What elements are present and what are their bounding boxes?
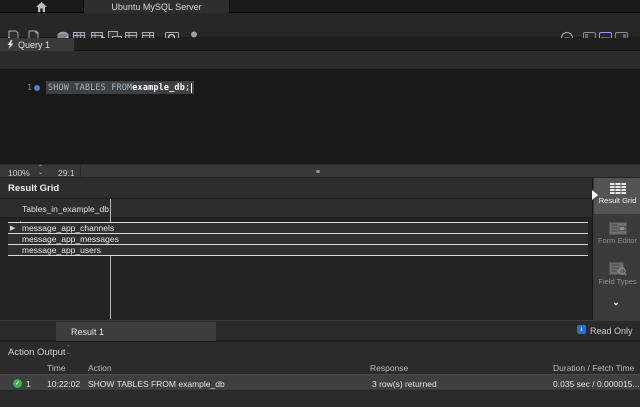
statement-marker-dot <box>34 85 40 91</box>
result-grid-toolbar: Result Grid Filter Rows: Export: <box>0 178 592 199</box>
result-grid-panel: Tables_in_example_db message_app_channel… <box>0 199 592 320</box>
window-tab-bar: Ubuntu MySQL Server <box>0 0 640 13</box>
zoom-stepper-icon[interactable]: ⌃⌄ <box>38 166 43 176</box>
sql-terminator: ; <box>185 83 190 93</box>
result-tab[interactable]: Result 1 <box>56 322 216 341</box>
sql-editor[interactable]: 1 SHOW TABLES FROM example_db ; <box>0 70 640 164</box>
sidebar-item-label: Form Editor <box>594 237 640 245</box>
col-header-action: Action <box>88 363 112 373</box>
main-toolbar <box>0 13 640 38</box>
line-number: 1 <box>18 83 32 92</box>
grid-header-row[interactable]: Tables_in_example_db <box>0 199 592 218</box>
action-output-title: Action Output <box>8 347 66 358</box>
grid-column-divider[interactable] <box>110 199 111 319</box>
grid-row-2[interactable]: message_app_messages <box>8 233 588 244</box>
connection-tab[interactable]: Ubuntu MySQL Server <box>84 0 230 13</box>
sidebar-item-label: Result Grid <box>594 197 640 205</box>
grid-cell: message_app_users <box>8 245 101 255</box>
form-editor-icon <box>609 222 627 235</box>
sidebar-item-result-grid[interactable]: Result Grid <box>594 178 640 214</box>
read-only-info-icon: i <box>577 325 586 334</box>
query-tab-label: Query 1 <box>18 40 50 50</box>
action-output-selector-icon[interactable]: ⌃⌄ <box>66 346 71 356</box>
row-response: 3 row(s) returned <box>372 379 437 389</box>
sidebar-item-label: Field Types <box>594 278 640 286</box>
result-tab-label: Result 1 <box>71 327 104 337</box>
chevron-down-icon[interactable]: ⌄ <box>592 297 640 308</box>
query-bolt-icon <box>7 40 14 49</box>
selected-row-marker-icon: ▶ <box>10 224 15 232</box>
grid-cell: message_app_channels <box>8 223 114 233</box>
query-tab-bar: Query 1 <box>0 38 640 51</box>
action-output-panel: Action Output ⌃⌄ Time Action Response Du… <box>0 341 640 407</box>
sql-identifier: example_db <box>132 83 185 93</box>
success-check-icon: ✓ <box>13 379 22 388</box>
editor-status-bar: 100% ⌃⌄ 29:1 <box>0 164 640 178</box>
sidebar-item-field-types[interactable]: Field Types <box>594 258 640 298</box>
row-index: 1 <box>26 379 31 389</box>
status-divider <box>80 165 81 177</box>
text-caret <box>191 83 192 93</box>
col-header-duration: Duration / Fetch Time <box>553 363 634 373</box>
sidebar-item-form-editor[interactable]: Form Editor <box>594 218 640 256</box>
home-icon <box>36 2 47 12</box>
splitter-handle[interactable] <box>316 170 320 173</box>
zoom-level: 100% <box>8 168 30 178</box>
row-duration: 0.035 sec / 0.000015... <box>553 379 639 389</box>
action-output-row[interactable]: ✓ 1 10:22:02 SHOW TABLES FROM example_db… <box>0 374 640 391</box>
grid-column-header: Tables_in_example_db <box>22 204 109 214</box>
mysql-workbench-window: Ubuntu MySQL Server <box>0 0 640 407</box>
result-grid-icon <box>609 182 627 195</box>
grid-row-3[interactable]: message_app_users <box>8 244 588 255</box>
grid-row-1[interactable]: message_app_channels <box>8 222 588 233</box>
grid-cell: message_app_messages <box>8 234 119 244</box>
connection-tab-label: Ubuntu MySQL Server <box>111 2 201 12</box>
row-time: 10:22:02 <box>47 379 80 389</box>
editor-toolbar: Limit to 1000 rows ▲▼ ¶ ↵ <box>0 51 640 70</box>
sql-keywords: SHOW TABLES FROM <box>48 83 132 93</box>
sql-statement: SHOW TABLES FROM example_db ; <box>46 81 194 94</box>
result-tab-bar: Result 1 <box>0 320 640 341</box>
collapse-side-panel-icon[interactable] <box>592 190 598 200</box>
col-header-time: Time <box>47 363 66 373</box>
caret-position: 29:1 <box>58 168 75 178</box>
home-tab[interactable] <box>0 0 84 13</box>
result-grid-title: Result Grid <box>8 183 59 194</box>
row-action: SHOW TABLES FROM example_db <box>88 379 225 389</box>
grid-row-border <box>8 255 588 256</box>
query-tab[interactable]: Query 1 <box>0 38 74 51</box>
col-header-response: Response <box>370 363 408 373</box>
field-types-icon <box>609 262 627 276</box>
read-only-label: Read Only <box>590 326 633 336</box>
editor-line-1: 1 SHOW TABLES FROM example_db ; <box>0 76 640 88</box>
